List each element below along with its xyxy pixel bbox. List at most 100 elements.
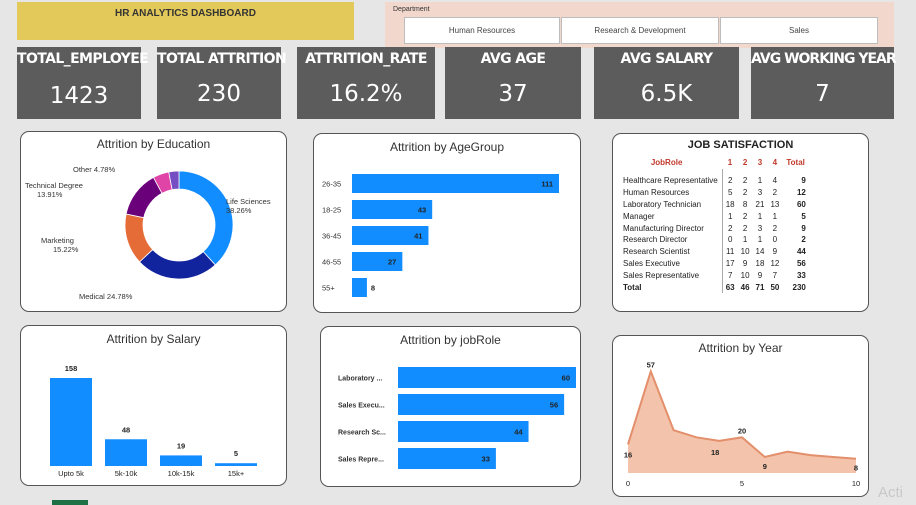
salary-bar-chart: 158 Upto 5k 48 5k-10k 19 10k-15k 5 15k+ [50, 364, 257, 478]
value-label: 60 [562, 374, 570, 383]
kpi-total-employee: TOTAL_EMPLOYEE 1423 [17, 47, 149, 119]
value-label: 43 [418, 206, 426, 215]
year-area-chart: 16 57 18 20 9 8 0 5 10 [624, 360, 860, 488]
donut-label: Marketing [41, 236, 74, 245]
column-header[interactable]: 2 [738, 155, 753, 169]
table-cell: 1 [727, 211, 733, 221]
year-chart-card[interactable]: Attrition by Year 16 57 18 20 9 8 0 5 10 [612, 335, 869, 497]
category-label: Sales Execu... [338, 403, 385, 410]
point-label: 8 [854, 464, 858, 473]
row-total-cell: 44 [796, 247, 806, 257]
bar [215, 463, 257, 466]
kpi-value: 7 [815, 81, 830, 107]
row-total-cell: 9 [801, 223, 806, 233]
table-cell: 4 [772, 176, 778, 186]
table-row[interactable]: Laboratory Technician 18 8 21 13 60 [621, 198, 809, 211]
row-label-cell: Research Director [621, 233, 723, 246]
row-total-cell: 33 [796, 270, 806, 280]
table-cell: 71 [755, 282, 765, 292]
category-label: 10k-15k [168, 469, 195, 478]
bar [398, 421, 529, 442]
table-cell: 50 [770, 282, 780, 292]
table-cell: 8 [742, 199, 748, 209]
column-header[interactable]: 1 [722, 155, 737, 169]
jobrole-chart-card[interactable]: Attrition by jobRole Laboratory ... 60 Sal… [320, 326, 581, 487]
table-row[interactable]: Research Director 0 1 1 0 2 [621, 233, 809, 246]
bar [398, 394, 565, 415]
kpi-avg-working-year: AVG WORKING YEAR 7 [751, 47, 897, 119]
activate-watermark: Acti [878, 484, 904, 501]
category-label: 15k+ [228, 469, 245, 478]
category-label: Research Sc... [338, 430, 386, 437]
bar [398, 367, 576, 388]
x-tick-label: 5 [740, 479, 744, 488]
table-row[interactable]: Human Resources 5 2 3 2 12 [621, 186, 809, 199]
row-label-cell: Sales Representative [621, 269, 723, 282]
table-cell: 2 [742, 188, 748, 198]
x-tick-label: 10 [852, 479, 860, 488]
table-cell: 14 [755, 247, 765, 257]
donut-label: Medical 24.78% [79, 292, 133, 301]
value-label: 5 [234, 449, 238, 458]
table-cell: 0 [772, 235, 778, 245]
row-total-cell: 12 [796, 188, 806, 198]
table-cell: 18 [725, 199, 735, 209]
value-label: 48 [122, 425, 130, 434]
table-row[interactable]: Healthcare Representative 2 2 1 4 9 [621, 169, 809, 187]
category-label: Sales Repre... [338, 457, 384, 464]
row-label-cell: Human Resources [621, 186, 723, 199]
column-header[interactable]: JobRole [621, 155, 722, 169]
table-row[interactable]: Manager 1 2 1 1 5 [621, 210, 809, 223]
kpi-value: 37 [498, 81, 528, 107]
dept-button-research-development[interactable]: Research & Development [561, 17, 719, 44]
value-label: 44 [514, 428, 523, 437]
column-header[interactable]: 3 [753, 155, 768, 169]
table-cell: 3 [757, 188, 763, 198]
table-row[interactable]: Manufacturing Director 2 2 3 2 9 [621, 222, 809, 234]
kpi-label: AVG AGE [480, 51, 546, 67]
bar [352, 278, 367, 297]
kpi-total-attrition: TOTAL ATTRITION 230 [157, 47, 287, 119]
row-label-cell: Healthcare Representative [621, 169, 723, 187]
dept-button-sales[interactable]: Sales [720, 17, 878, 44]
column-header[interactable]: Total [782, 155, 809, 169]
row-label-cell: Manufacturing Director [621, 222, 723, 234]
bar [50, 378, 92, 466]
table-cell: 7 [727, 270, 733, 280]
kpi-label: ATTRITION_RATE [305, 51, 427, 67]
donut-slice-life-sciences [178, 170, 234, 266]
dept-button-human-resources[interactable]: Human Resources [404, 17, 560, 44]
education-chart-card[interactable]: Attrition by Education Life Sciences 38.2… [20, 131, 287, 312]
table-cell: 1 [742, 235, 748, 245]
row-label-cell: Sales Executive [621, 257, 723, 270]
table-cell: 10 [740, 247, 750, 257]
table-row[interactable]: Research Scientist 11 10 14 9 44 [621, 245, 809, 258]
table-row[interactable]: Sales Executive 17 9 18 12 56 [621, 257, 809, 270]
agegroup-chart-card[interactable]: Attrition by AgeGroup 26-35 111 18-25 43 36-… [313, 133, 581, 313]
job-satisfaction-card[interactable]: JOB SATISFACTION JobRole 1 2 3 4 Total H… [612, 133, 869, 312]
kpi-value: 16.2% [329, 81, 403, 107]
row-label-cell: Manager [621, 210, 723, 223]
table-cell: 7 [772, 270, 778, 280]
row-total-cell: 2 [801, 235, 806, 245]
kpi-attrition-rate: ATTRITION_RATE 16.2% [297, 47, 435, 119]
table-row[interactable]: Total 63 46 71 50 230 [621, 281, 809, 293]
salary-chart-card[interactable]: Attrition by Salary 158 Upto 5k 48 5k-10k 19… [20, 325, 287, 486]
value-label: 56 [550, 401, 558, 410]
row-total-cell: 5 [801, 211, 806, 221]
kpi-avg-salary: AVG SALARY 6.5K [594, 47, 739, 119]
table-cell: 46 [740, 282, 750, 292]
row-label-cell: Total [621, 281, 723, 293]
table-cell: 2 [742, 176, 748, 186]
table-row[interactable]: Sales Representative 7 10 9 7 33 [621, 269, 809, 282]
table-cell: 1 [757, 235, 763, 245]
category-label: 5k-10k [115, 469, 138, 478]
table-cell: 11 [726, 247, 735, 257]
table-cell: 0 [727, 235, 733, 245]
value-label: 33 [482, 455, 490, 464]
jobrole-bar-chart: Laboratory ... 60 Sales Execu... 56 Research… [338, 367, 576, 469]
value-label: 41 [414, 232, 422, 241]
department-slicer: Department Human Resources Research & De… [385, 2, 894, 48]
column-header[interactable]: 4 [767, 155, 782, 169]
value-label: 8 [371, 284, 375, 293]
